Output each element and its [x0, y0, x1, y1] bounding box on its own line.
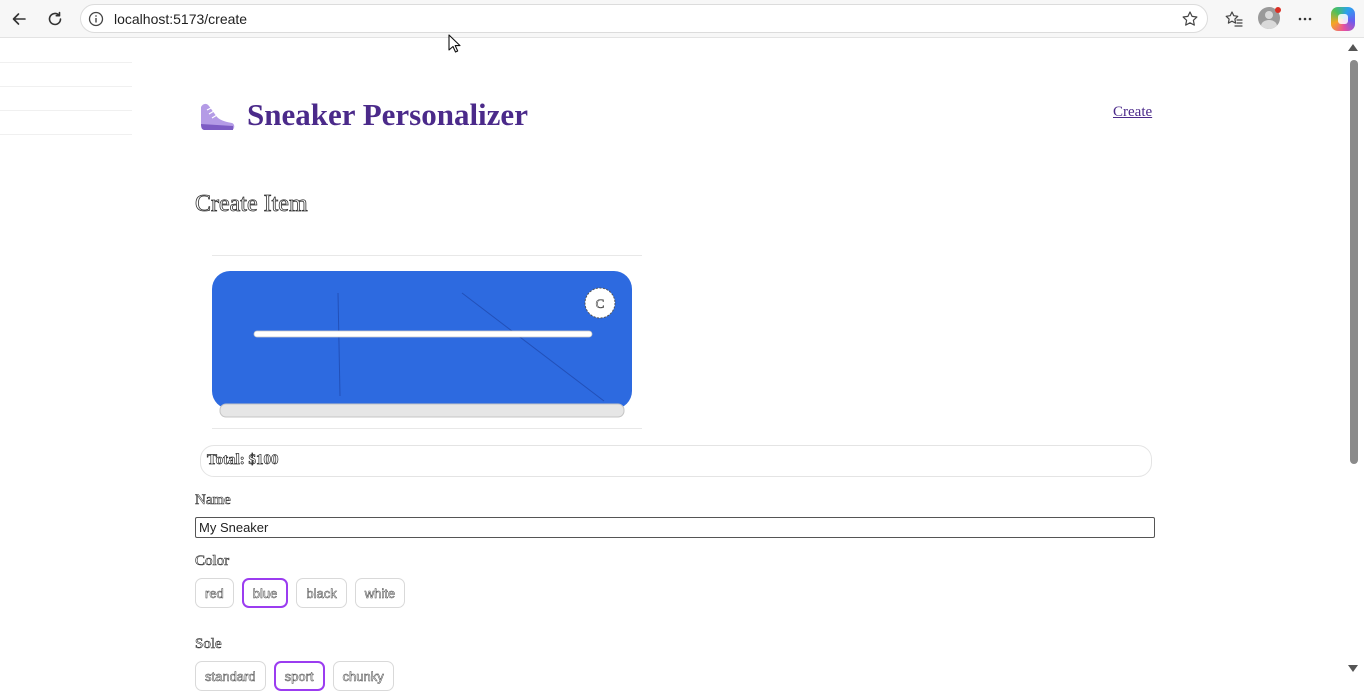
sole-option-standard[interactable]: standard — [195, 661, 266, 691]
sneaker-upper — [212, 271, 632, 409]
sneaker-sole — [219, 403, 625, 418]
sole-option-sport[interactable]: sport — [273, 661, 325, 691]
sneaker-stripe — [253, 330, 593, 338]
color-label: Color — [195, 553, 230, 570]
name-label: Name — [195, 492, 231, 509]
reload-icon — [48, 11, 62, 26]
favorite-star-icon[interactable] — [1181, 10, 1199, 28]
profile-notification-dot — [1275, 7, 1281, 13]
more-menu-button[interactable] — [1292, 6, 1318, 32]
reload-button[interactable] — [42, 6, 68, 32]
favorites-button[interactable] — [1221, 6, 1247, 32]
favorites-list-icon — [1225, 11, 1243, 27]
sole-option-chunky[interactable]: chunky — [332, 661, 394, 691]
color-option-black[interactable]: black — [296, 578, 347, 608]
browser-toolbar: localhost:5173/create — [0, 0, 1364, 38]
sneaker-preview: C — [212, 271, 632, 418]
color-option-blue[interactable]: blue — [241, 578, 289, 608]
url-text[interactable]: localhost:5173/create — [114, 11, 247, 27]
name-input[interactable] — [195, 517, 1155, 538]
color-option-red[interactable]: red — [195, 578, 234, 608]
sneaker-badge-glyph: C — [596, 296, 605, 311]
sole-label: Sole — [195, 636, 222, 653]
scrollbar-thumb[interactable] — [1350, 60, 1358, 464]
sneaker-logo-icon — [201, 103, 235, 130]
back-arrow-icon — [12, 13, 26, 25]
sole-options: standard sport chunky — [195, 661, 394, 691]
site-title: Sneaker Personalizer — [247, 97, 528, 132]
copilot-icon[interactable] — [1331, 7, 1355, 31]
address-bar[interactable]: localhost:5173/create — [80, 4, 1208, 33]
back-button[interactable] — [6, 6, 32, 32]
nav-create-link[interactable]: Create — [1113, 104, 1152, 121]
total-price-box: Total: $100 — [200, 445, 1152, 477]
side-decoration — [0, 39, 132, 139]
scroll-down-arrow-icon[interactable] — [1348, 665, 1358, 672]
total-price: Total: $100 — [207, 452, 279, 469]
site-info-icon[interactable] — [88, 11, 104, 27]
page-title: Create Item — [195, 191, 308, 218]
color-options: red blue black white — [195, 578, 406, 608]
ellipsis-icon — [1298, 17, 1312, 21]
color-option-white[interactable]: white — [354, 578, 406, 608]
scroll-up-arrow-icon[interactable] — [1348, 44, 1358, 51]
